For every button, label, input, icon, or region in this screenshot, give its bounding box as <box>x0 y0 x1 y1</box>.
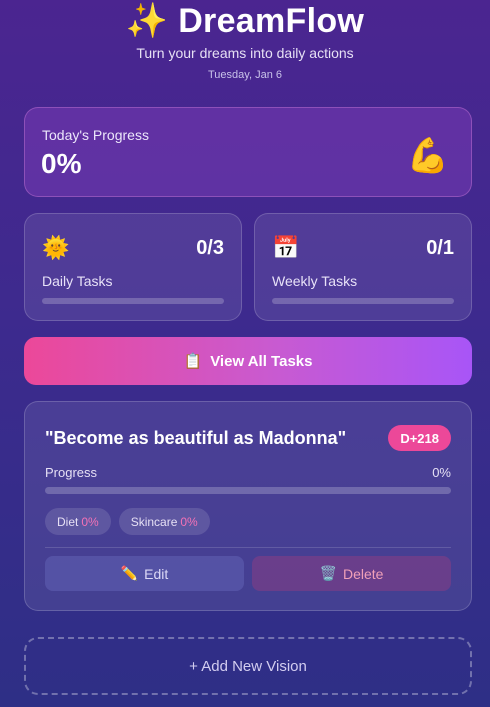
vision-title: "Become as beautiful as Madonna" <box>45 428 347 448</box>
view-all-tasks-button[interactable]: 📋 View All Tasks <box>24 337 472 385</box>
vision-progress-label: Progress <box>45 465 98 480</box>
title-row: ✨ DreamFlow <box>0 0 490 42</box>
flexed-biceps-icon: 💪 <box>406 137 449 175</box>
weekly-tasks-count: 0/1 <box>426 237 454 259</box>
pencil-icon: ✏️ <box>120 565 139 581</box>
vision-progress-value: 0% <box>432 465 451 480</box>
delete-button[interactable]: 🗑️ Delete <box>252 556 451 591</box>
edit-button[interactable]: ✏️ Edit <box>45 556 244 591</box>
view-all-tasks-label: View All Tasks <box>210 352 313 370</box>
tag-chip-diet[interactable]: Diet 0% <box>45 508 111 535</box>
vision-card: "Become as beautiful as Madonna" D+218 P… <box>24 401 472 611</box>
today-progress-label: Today's Progress <box>42 127 149 143</box>
daily-tasks-progress-bar <box>42 298 224 304</box>
app-title: DreamFlow <box>178 2 365 40</box>
vision-tags: Diet 0% Skincare 0% <box>45 508 210 535</box>
clipboard-icon: 📋 <box>183 353 203 370</box>
edit-label: Edit <box>144 565 169 582</box>
today-progress-value: 0% <box>41 148 82 179</box>
current-date: Tuesday, Jan 6 <box>208 69 282 81</box>
daily-tasks-card[interactable]: 🌞 0/3 Daily Tasks <box>24 213 242 321</box>
day-count-badge: D+218 <box>388 425 451 451</box>
today-progress-card: Today's Progress 0% 💪 <box>24 107 472 197</box>
tag-percent: 0% <box>81 514 99 529</box>
weekly-tasks-progress-bar <box>272 298 454 304</box>
sun-icon: 🌞 <box>42 235 70 260</box>
weekly-tasks-card[interactable]: 📅 0/1 Weekly Tasks <box>254 213 472 321</box>
tag-chip-skincare[interactable]: Skincare 0% <box>118 508 210 535</box>
vision-progress-bar <box>45 487 451 494</box>
tag-name: Diet <box>57 514 79 529</box>
add-new-vision-button[interactable]: + Add New Vision <box>24 637 472 695</box>
app-subtitle: Turn your dreams into daily actions <box>136 45 354 61</box>
tag-name: Skincare <box>130 514 178 529</box>
tag-percent: 0% <box>180 514 198 529</box>
sparkles-icon: ✨ <box>125 2 169 40</box>
divider <box>45 547 451 548</box>
daily-tasks-label: Daily Tasks <box>42 273 113 289</box>
weekly-tasks-label: Weekly Tasks <box>272 273 358 289</box>
trash-icon: 🗑️ <box>319 565 337 581</box>
calendar-icon: 📅 <box>272 235 300 260</box>
daily-tasks-count: 0/3 <box>196 237 224 259</box>
delete-label: Delete <box>342 565 384 582</box>
